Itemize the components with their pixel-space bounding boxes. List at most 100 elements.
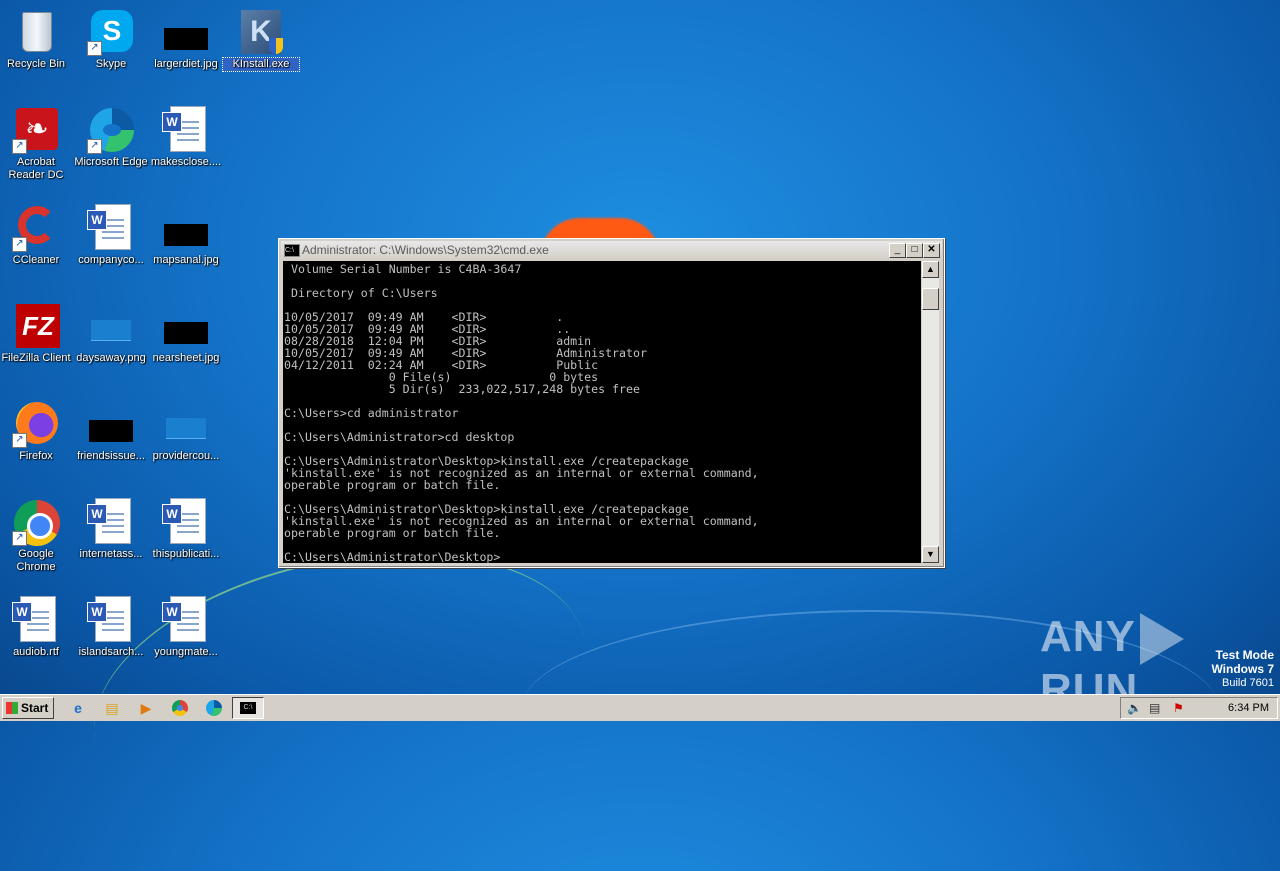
desktop-icon-companyco[interactable]: W companyco... bbox=[73, 198, 149, 267]
skype-icon: S ↗ bbox=[87, 8, 135, 56]
system-tray: 🔈 ▤ ⚑ 6:34 PM bbox=[1120, 697, 1278, 719]
desktop-icon-label: mapsanal.jpg bbox=[153, 254, 219, 266]
desktop-icon-label: friendsissue... bbox=[77, 450, 145, 462]
desktop-icon-nearsheet[interactable]: nearsheet.jpg bbox=[148, 296, 224, 365]
image-file-icon bbox=[162, 302, 210, 350]
desktop-icon-chrome[interactable]: ↗ Google Chrome bbox=[0, 492, 74, 574]
desktop-icon-label: nearsheet.jpg bbox=[152, 352, 220, 364]
scroll-thumb[interactable] bbox=[922, 288, 939, 310]
word-document-icon: W bbox=[162, 596, 210, 644]
desktop-icon-label: providercou... bbox=[152, 450, 220, 462]
firefox-icon: ↗ bbox=[12, 400, 60, 448]
word-document-icon: W bbox=[162, 498, 210, 546]
console-area[interactable]: Volume Serial Number is C4BA-3647 Direct… bbox=[283, 261, 921, 563]
image-file-icon bbox=[162, 8, 210, 56]
maximize-button[interactable]: □ bbox=[906, 243, 923, 258]
volume-icon[interactable]: 🔈 bbox=[1127, 698, 1142, 718]
close-button[interactable]: ✕ bbox=[923, 243, 940, 258]
desktop-icon-providercou[interactable]: providercou... bbox=[148, 394, 224, 463]
desktop-icon-makesclose[interactable]: W makesclose.... bbox=[148, 100, 224, 169]
start-button[interactable]: Start bbox=[2, 697, 54, 719]
image-file-icon bbox=[162, 204, 210, 252]
explorer-icon[interactable]: ▤ bbox=[102, 698, 122, 718]
ie-icon[interactable]: e bbox=[68, 698, 88, 718]
recycle-bin-icon bbox=[12, 8, 60, 56]
desktop-icon-youngmate[interactable]: W youngmate... bbox=[148, 590, 224, 659]
cmd-icon: C:\ bbox=[284, 244, 300, 257]
desktop-icon-label: Acrobat Reader DC bbox=[8, 156, 64, 181]
vertical-scrollbar[interactable]: ▲ ▼ bbox=[922, 261, 939, 563]
desktop-icon-label: Recycle Bin bbox=[6, 58, 66, 70]
windows-flag-icon bbox=[6, 702, 18, 714]
desktop-icon-acrobat[interactable]: ❧ ↗ Acrobat Reader DC bbox=[0, 100, 74, 182]
desktop-icon-skype[interactable]: S ↗ Skype bbox=[73, 2, 149, 71]
image-file-icon bbox=[162, 400, 210, 448]
desktop-icon-audiob[interactable]: W audiob.rtf bbox=[0, 590, 74, 659]
desktop-icon-label: makesclose.... bbox=[150, 156, 222, 168]
clock[interactable]: 6:34 PM bbox=[1228, 698, 1269, 718]
console-output: Volume Serial Number is C4BA-3647 Direct… bbox=[284, 262, 759, 563]
desktop-icon-label: companyco... bbox=[78, 254, 144, 266]
desktop-icon-label: Skype bbox=[95, 58, 127, 70]
taskbar-cmd-button[interactable]: C:\ bbox=[232, 697, 264, 719]
desktop-icon-label: internetass... bbox=[79, 548, 143, 560]
cmd-icon: C:\ bbox=[240, 702, 256, 714]
kinstall-icon: K bbox=[237, 8, 285, 56]
desktop-icon-recycle-bin[interactable]: Recycle Bin bbox=[0, 2, 74, 71]
media-player-icon[interactable]: ▶ bbox=[136, 698, 156, 718]
image-file-icon bbox=[87, 400, 135, 448]
word-document-icon: W bbox=[87, 498, 135, 546]
word-document-icon: W bbox=[87, 204, 135, 252]
desktop-icon-label: youngmate... bbox=[154, 646, 218, 658]
ccleaner-icon: ↗ bbox=[12, 204, 60, 252]
desktop-icon-label: KInstall.exe bbox=[222, 57, 300, 72]
desktop-icon-label: islandsarch... bbox=[78, 646, 144, 658]
desktop-icon-islandsarch[interactable]: W islandsarch... bbox=[73, 590, 149, 659]
desktop-icon-mapsanal[interactable]: mapsanal.jpg bbox=[148, 198, 224, 267]
desktop-icon-thispublicati[interactable]: W thispublicati... bbox=[148, 492, 224, 561]
scroll-up-button[interactable]: ▲ bbox=[922, 261, 939, 278]
desktop-icon-daysaway[interactable]: daysaway.png bbox=[73, 296, 149, 365]
test-mode-text: Test Mode Windows 7 Build 7601 bbox=[1211, 648, 1274, 690]
title-bar[interactable]: C:\ Administrator: C:\Windows\System32\c… bbox=[281, 241, 942, 259]
desktop-icon-label: daysaway.png bbox=[76, 352, 146, 364]
test-mode-line2: Windows 7 bbox=[1211, 662, 1274, 676]
test-mode-line3: Build 7601 bbox=[1222, 677, 1274, 689]
desktop-icon-label: CCleaner bbox=[12, 254, 60, 266]
action-center-icon[interactable]: ⚑ bbox=[1173, 698, 1184, 718]
window-title: Administrator: C:\Windows\System32\cmd.e… bbox=[302, 243, 549, 257]
desktop-icon-label: FileZilla Client bbox=[1, 352, 71, 364]
acrobat-icon: ❧ ↗ bbox=[12, 106, 60, 154]
desktop-icon-ccleaner[interactable]: ↗ CCleaner bbox=[0, 198, 74, 267]
chrome-icon[interactable] bbox=[170, 698, 190, 718]
desktop-icon-label: Microsoft Edge bbox=[74, 156, 148, 168]
watermark-text-left: ANY bbox=[1040, 612, 1136, 661]
desktop-icon-label: largerdiet.jpg bbox=[154, 58, 218, 70]
scroll-down-button[interactable]: ▼ bbox=[922, 546, 939, 563]
desktop-icon-label: Firefox bbox=[19, 450, 53, 462]
minimize-button[interactable]: _ bbox=[889, 243, 906, 258]
start-label: Start bbox=[21, 701, 49, 715]
desktop-icon-label: Google Chrome bbox=[16, 548, 56, 573]
filezilla-icon: FZ bbox=[12, 302, 60, 350]
network-icon[interactable]: ▤ bbox=[1149, 698, 1160, 718]
word-document-icon: W bbox=[162, 106, 210, 154]
word-document-icon: W bbox=[87, 596, 135, 644]
desktop-icon-internetass[interactable]: W internetass... bbox=[73, 492, 149, 561]
edge-icon: ↗ bbox=[87, 106, 135, 154]
desktop-icon-largerdiet[interactable]: largerdiet.jpg bbox=[148, 2, 224, 71]
desktop-icon-firefox[interactable]: ↗ Firefox bbox=[0, 394, 74, 463]
desktop-icon-kinstall[interactable]: K KInstall.exe bbox=[222, 2, 300, 72]
play-icon bbox=[1139, 613, 1184, 666]
taskbar: Start e ▤ ▶ C:\ 🔈 ▤ ⚑ 6:34 PM bbox=[0, 694, 1280, 721]
chrome-icon: ↗ bbox=[12, 498, 60, 546]
desktop-icon-friendsissue[interactable]: friendsissue... bbox=[73, 394, 149, 463]
desktop-icon-label: audiob.rtf bbox=[13, 646, 59, 658]
desktop-icon-edge[interactable]: ↗ Microsoft Edge bbox=[73, 100, 149, 169]
desktop-icon-filezilla[interactable]: FZ FileZilla Client bbox=[0, 296, 74, 365]
test-mode-line1: Test Mode bbox=[1215, 648, 1274, 662]
cmd-window[interactable]: C:\ Administrator: C:\Windows\System32\c… bbox=[278, 238, 945, 568]
word-document-icon: W bbox=[12, 596, 60, 644]
edge-icon[interactable] bbox=[204, 698, 224, 718]
image-file-icon bbox=[87, 302, 135, 350]
